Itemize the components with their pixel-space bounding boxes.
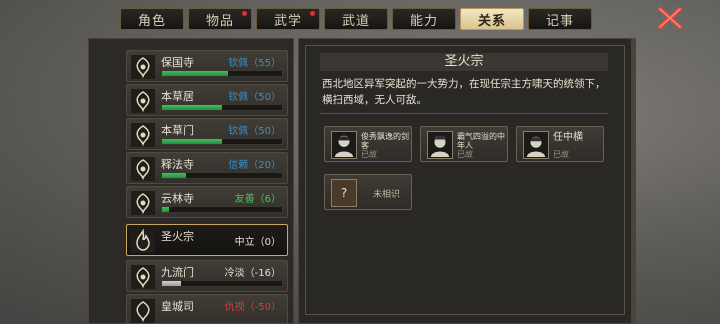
faction-row[interactable]: 本草门 钦佩（50） xyxy=(126,118,288,150)
member-status: 已故 xyxy=(553,150,569,159)
faction-name: 保国寺 xyxy=(161,56,194,69)
member-status: 已故 xyxy=(457,150,473,159)
faction-name: 九流门 xyxy=(161,266,194,279)
notification-dot xyxy=(310,11,315,16)
faction-emblem-icon xyxy=(131,123,155,147)
faction-status: 中立（0） xyxy=(234,237,281,248)
faction-emblem-icon xyxy=(131,157,155,181)
faction-row-selected[interactable]: 圣火宗 中立（0） xyxy=(126,224,288,256)
faction-status: 冷淡（-16） xyxy=(224,268,281,279)
faction-status: 仇视（-50） xyxy=(224,302,281,313)
panel-frame-edge xyxy=(632,38,636,324)
relation-bar xyxy=(161,70,283,77)
tab-relations[interactable]: 关系 xyxy=(460,8,524,30)
unknown-label: 未相识 xyxy=(373,190,401,200)
description-line: 横扫西域，无人可敌。 xyxy=(322,94,427,106)
faction-row[interactable]: 云林寺 友善（6） xyxy=(126,186,288,218)
tab-martial-arts[interactable]: 武学 xyxy=(256,8,320,30)
faction-emblem-icon xyxy=(131,55,155,79)
relation-bar xyxy=(161,138,283,145)
relation-bar xyxy=(161,206,283,213)
faction-name: 云林寺 xyxy=(161,192,194,205)
faction-name: 圣火宗 xyxy=(161,230,194,243)
relation-bar xyxy=(161,104,283,111)
tab-character[interactable]: 角色 xyxy=(120,8,184,30)
relation-bar-fill xyxy=(162,281,182,286)
close-icon[interactable] xyxy=(656,4,684,32)
faction-emblem-icon xyxy=(131,191,155,215)
portrait-icon xyxy=(331,131,357,159)
relation-bar-fill xyxy=(162,139,222,144)
faction-row[interactable]: 释法寺 信赖（20） xyxy=(126,152,288,184)
relation-bar xyxy=(161,280,283,287)
tab-abilities[interactable]: 能力 xyxy=(392,8,456,30)
faction-row[interactable]: 九流门 冷淡（-16） xyxy=(126,260,288,292)
member-status: 已故 xyxy=(361,150,377,159)
faction-name: 本草居 xyxy=(161,90,194,103)
member-name: 任中横 xyxy=(553,132,583,143)
member-name: 霸气四溢的中年人 xyxy=(457,132,505,150)
portrait-icon xyxy=(427,131,453,159)
faction-name: 皇城司 xyxy=(161,300,194,313)
faction-status: 钦佩（55） xyxy=(228,58,281,69)
tab-journal[interactable]: 记事 xyxy=(528,8,592,30)
faction-row[interactable]: 皇城司 仇视（-50） xyxy=(126,294,288,324)
faction-status: 友善（6） xyxy=(234,194,281,205)
member-card[interactable]: 霸气四溢的中年人 已故 xyxy=(420,126,508,162)
relation-bar-fill xyxy=(162,105,222,110)
question-mark-icon: ? xyxy=(331,179,357,207)
divider xyxy=(320,113,608,114)
description-line: 西北地区异军突起的一大势力，在现任宗主方啸天的统领下， xyxy=(322,78,606,90)
faction-name: 本草门 xyxy=(161,124,194,137)
flame-emblem-icon xyxy=(131,229,155,253)
faction-description: 西北地区异军突起的一大势力，在现任宗主方啸天的统领下， 横扫西域，无人可敌。 xyxy=(322,76,610,108)
member-card[interactable]: 俊秀飘逸的剑客 已故 xyxy=(324,126,412,162)
tab-bar: 角色 物品 武学 武道 能力 关系 记事 xyxy=(120,8,592,32)
relation-bar-fill xyxy=(162,207,170,212)
faction-status: 钦佩（50） xyxy=(228,126,281,137)
member-card[interactable]: 任中横 已故 xyxy=(516,126,604,162)
relation-bar-fill xyxy=(162,173,186,178)
tab-martial-way[interactable]: 武道 xyxy=(324,8,388,30)
relation-bar xyxy=(161,172,283,179)
relation-bar-fill xyxy=(162,71,228,76)
faction-row[interactable]: 保国寺 钦佩（55） xyxy=(126,50,288,82)
faction-emblem-icon xyxy=(131,265,155,289)
faction-name: 释法寺 xyxy=(161,158,194,171)
portrait-icon xyxy=(523,131,549,159)
faction-title: 圣火宗 xyxy=(320,53,608,71)
unknown-member-card[interactable]: ? 未相识 xyxy=(324,174,412,210)
faction-status: 钦佩（50） xyxy=(228,92,281,103)
notification-dot xyxy=(242,11,247,16)
member-name: 俊秀飘逸的剑客 xyxy=(361,132,409,150)
tab-items[interactable]: 物品 xyxy=(188,8,252,30)
faction-status: 信赖（20） xyxy=(228,160,281,171)
faction-emblem-icon xyxy=(131,89,155,113)
faction-emblem-icon xyxy=(131,299,155,323)
faction-row[interactable]: 本草居 钦佩（50） xyxy=(126,84,288,116)
